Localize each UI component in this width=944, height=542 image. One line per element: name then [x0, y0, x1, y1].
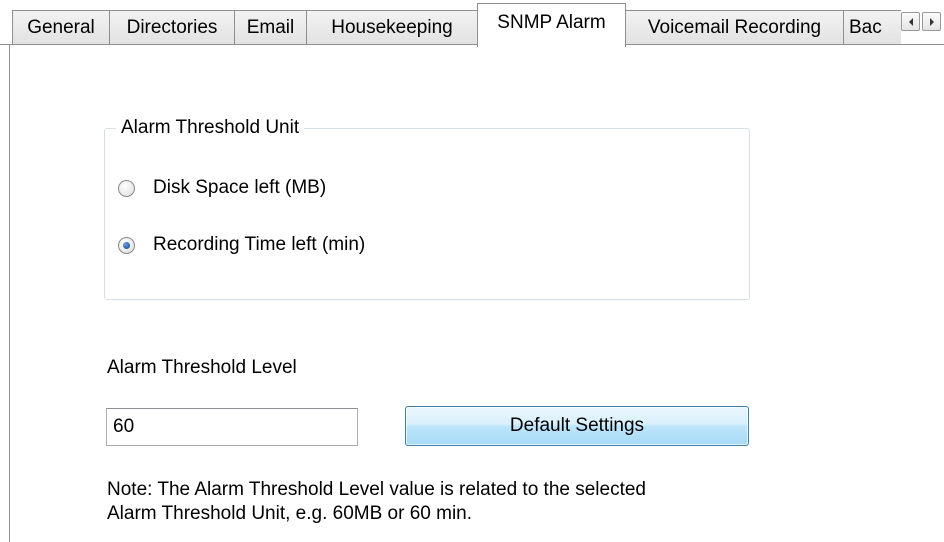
- disk-space-radio[interactable]: [118, 179, 135, 197]
- alarm-threshold-unit-group: [104, 128, 750, 300]
- radio-selected-dot: [123, 241, 130, 249]
- recording-time-label[interactable]: Recording Time left (min): [153, 234, 365, 256]
- disk-space-label[interactable]: Disk Space left (MB): [153, 177, 326, 199]
- tab-panel-top-border: [0, 44, 944, 45]
- note-line-2: Alarm Threshold Unit, e.g. 60MB or 60 mi…: [107, 503, 473, 524]
- tab-scroll-right-button[interactable]: [922, 12, 941, 31]
- recording-time-radio[interactable]: [118, 236, 135, 254]
- tab-panel-left-border: [9, 44, 10, 542]
- tab-email[interactable]: Email: [234, 10, 307, 44]
- tab-housekeeping[interactable]: Housekeeping: [306, 10, 478, 44]
- recording-time-option[interactable]: Recording Time left (min): [118, 233, 365, 257]
- alarm-threshold-level-input[interactable]: [106, 408, 358, 446]
- tab-scroll-left-button[interactable]: [901, 12, 920, 31]
- tab-strip: General Directories Email Housekeeping S…: [0, 0, 944, 47]
- tab-backup-clipped[interactable]: Bac: [843, 10, 901, 44]
- default-settings-button[interactable]: Default Settings: [405, 406, 749, 446]
- note-line-1: Note: The Alarm Threshold Level value is…: [107, 479, 646, 500]
- tab-snmp-alarm[interactable]: SNMP Alarm: [477, 3, 626, 47]
- tab-directories[interactable]: Directories: [109, 10, 235, 44]
- note-text: Note: The Alarm Threshold Level value is…: [107, 478, 787, 526]
- arrow-left-icon: [908, 17, 913, 26]
- disk-space-option[interactable]: Disk Space left (MB): [118, 176, 326, 200]
- snmp-alarm-settings-page: General Directories Email Housekeeping S…: [0, 0, 944, 542]
- arrow-right-icon: [929, 17, 934, 26]
- tab-general[interactable]: General: [12, 10, 110, 44]
- tab-voicemail-recording[interactable]: Voicemail Recording: [625, 10, 844, 44]
- alarm-threshold-level-label: Alarm Threshold Level: [107, 357, 297, 378]
- group-title: Alarm Threshold Unit: [116, 117, 305, 139]
